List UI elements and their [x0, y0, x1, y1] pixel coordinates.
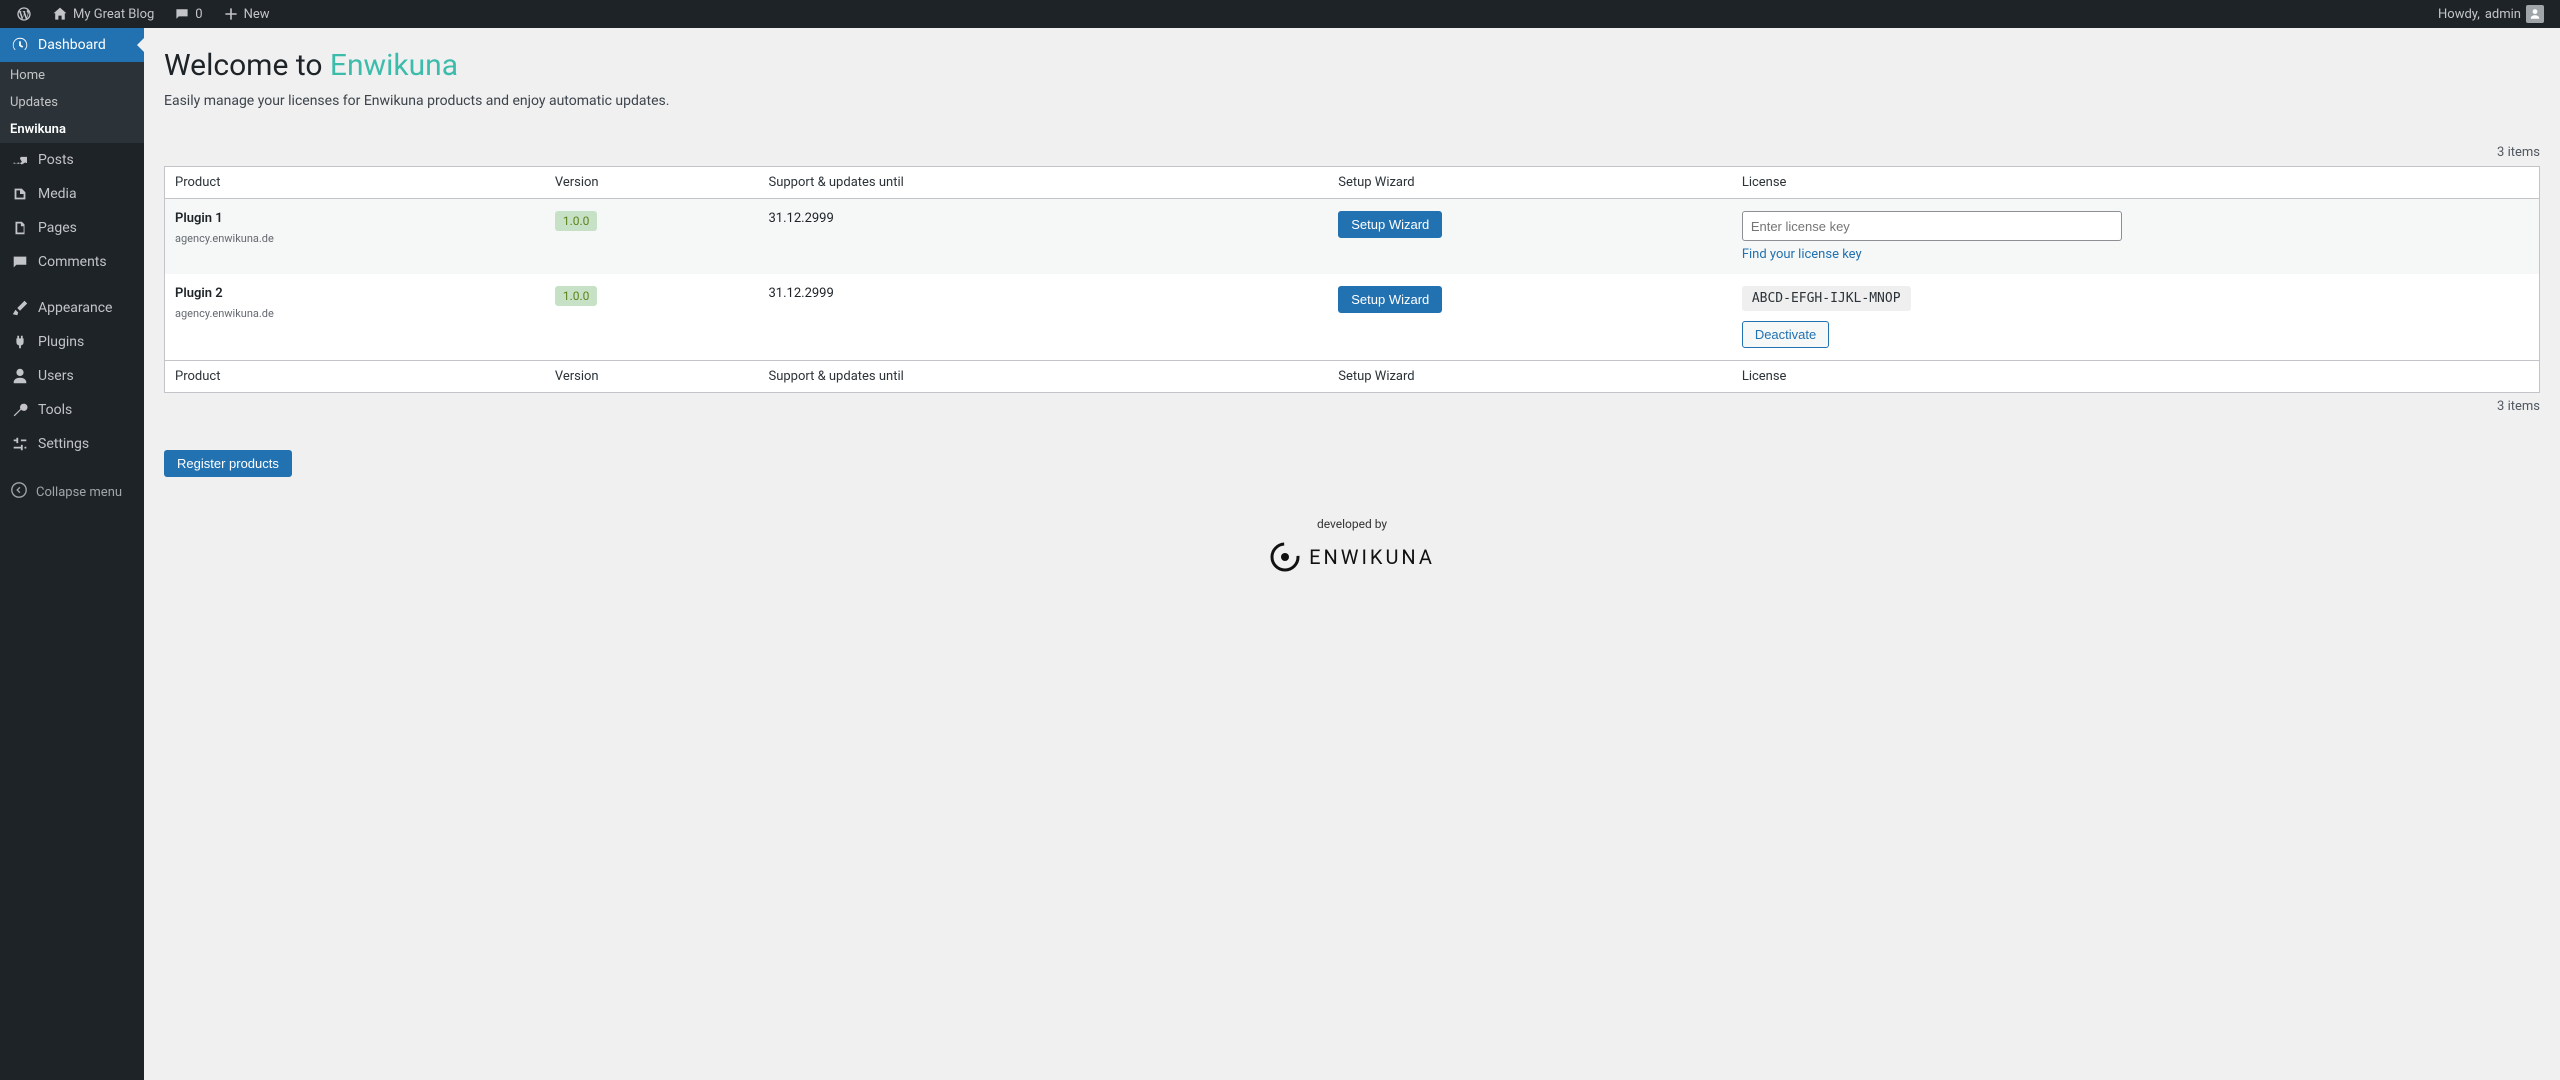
- menu-tools-label: Tools: [38, 402, 72, 418]
- title-prefix: Welcome to: [164, 48, 330, 83]
- menu-media[interactable]: Media: [0, 177, 144, 211]
- main-content: Welcome to Enwikuna Easily manage your l…: [144, 28, 2560, 1080]
- media-icon: [10, 184, 30, 204]
- home-icon: [52, 6, 68, 22]
- items-count-top: 3 items: [2497, 145, 2540, 160]
- menu-plugins-label: Plugins: [38, 334, 84, 350]
- menu-dashboard[interactable]: Dashboard: [0, 28, 144, 62]
- tf-wizard: Setup Wizard: [1328, 360, 1732, 392]
- table-row: Plugin 1 agency.enwikuna.de 1.0.0 31.12.…: [165, 199, 2539, 274]
- plug-icon: [10, 332, 30, 352]
- table-row: Plugin 2 agency.enwikuna.de 1.0.0 31.12.…: [165, 274, 2539, 360]
- wordpress-icon: [16, 6, 32, 22]
- enwikuna-logo-icon: [1269, 541, 1301, 573]
- tablenav-top: 3 items: [164, 139, 2540, 166]
- user-icon: [10, 366, 30, 386]
- dashboard-icon: [10, 35, 30, 55]
- menu-posts[interactable]: Posts: [0, 143, 144, 177]
- menu-tools[interactable]: Tools: [0, 393, 144, 427]
- menu-settings-label: Settings: [38, 436, 89, 452]
- footer-brand-text: ENWIKUNA: [1309, 545, 1435, 569]
- howdy-text: Howdy,: [2438, 7, 2480, 22]
- version-badge: 1.0.0: [555, 211, 598, 231]
- tf-product: Product: [165, 360, 545, 392]
- menu-pages-label: Pages: [38, 220, 77, 236]
- wrench-icon: [10, 400, 30, 420]
- submenu-updates[interactable]: Updates: [0, 89, 144, 116]
- setup-wizard-button[interactable]: Setup Wizard: [1338, 211, 1442, 238]
- page-title: Welcome to Enwikuna: [164, 28, 2540, 93]
- menu-comments-label: Comments: [38, 254, 107, 270]
- items-count-bottom: 3 items: [2497, 399, 2540, 414]
- licenses-table: Product Version Support & updates until …: [164, 166, 2540, 393]
- page-subtitle: Easily manage your licenses for Enwikuna…: [164, 93, 2540, 109]
- footer-logo: ENWIKUNA: [1269, 541, 1435, 573]
- new-label: New: [244, 7, 270, 22]
- page-icon: [10, 218, 30, 238]
- new-link[interactable]: New: [215, 0, 278, 28]
- collapse-icon: [10, 481, 28, 503]
- product-name: Plugin 1: [175, 211, 535, 226]
- developed-by-text: developed by: [164, 517, 2540, 531]
- brush-icon: [10, 298, 30, 318]
- license-key-input[interactable]: [1742, 211, 2122, 241]
- submenu-enwikuna[interactable]: Enwikuna: [0, 116, 144, 143]
- admin-sidebar: Dashboard Home Updates Enwikuna Posts Me…: [0, 28, 144, 1080]
- menu-posts-label: Posts: [38, 152, 74, 168]
- support-until: 31.12.2999: [768, 211, 833, 226]
- th-version: Version: [545, 167, 759, 199]
- product-domain: agency.enwikuna.de: [175, 232, 535, 245]
- license-code: ABCD-EFGH-IJKL-MNOP: [1742, 286, 1911, 311]
- th-product: Product: [165, 167, 545, 199]
- menu-appearance[interactable]: Appearance: [0, 291, 144, 325]
- find-license-link[interactable]: Find your license key: [1742, 247, 1862, 262]
- setup-wizard-button[interactable]: Setup Wizard: [1338, 286, 1442, 313]
- tf-license: License: [1732, 360, 2539, 392]
- dashboard-submenu: Home Updates Enwikuna: [0, 62, 144, 143]
- admin-bar: My Great Blog 0 New Howdy, admin: [0, 0, 2560, 28]
- menu-comments[interactable]: Comments: [0, 245, 144, 279]
- menu-appearance-label: Appearance: [38, 300, 112, 316]
- comments-link[interactable]: 0: [166, 0, 210, 28]
- tablenav-bottom: 3 items: [164, 393, 2540, 420]
- user-name: admin: [2485, 7, 2521, 22]
- menu-media-label: Media: [38, 186, 77, 202]
- avatar-icon: [2526, 5, 2544, 23]
- pin-icon: [10, 150, 30, 170]
- menu-pages[interactable]: Pages: [0, 211, 144, 245]
- menu-users-label: Users: [38, 368, 74, 384]
- submenu-home[interactable]: Home: [0, 62, 144, 89]
- plus-icon: [223, 6, 239, 22]
- comment-icon: [10, 252, 30, 272]
- product-name: Plugin 2: [175, 286, 535, 301]
- title-brand: Enwikuna: [330, 48, 458, 83]
- sliders-icon: [10, 434, 30, 454]
- deactivate-button[interactable]: Deactivate: [1742, 321, 1829, 348]
- menu-users[interactable]: Users: [0, 359, 144, 393]
- menu-plugins[interactable]: Plugins: [0, 325, 144, 359]
- comment-icon: [174, 6, 190, 22]
- comments-count: 0: [195, 7, 202, 22]
- footer: developed by ENWIKUNA: [164, 517, 2540, 576]
- th-license: License: [1732, 167, 2539, 199]
- th-wizard: Setup Wizard: [1328, 167, 1732, 199]
- collapse-menu[interactable]: Collapse menu: [0, 473, 144, 511]
- support-until: 31.12.2999: [768, 286, 833, 301]
- account-link[interactable]: Howdy, admin: [2430, 0, 2552, 28]
- product-domain: agency.enwikuna.de: [175, 307, 535, 320]
- site-name-text: My Great Blog: [73, 7, 154, 22]
- th-support: Support & updates until: [758, 167, 1328, 199]
- site-name-link[interactable]: My Great Blog: [44, 0, 162, 28]
- register-products-button[interactable]: Register products: [164, 450, 292, 477]
- menu-settings[interactable]: Settings: [0, 427, 144, 461]
- version-badge: 1.0.0: [555, 286, 598, 306]
- tf-version: Version: [545, 360, 759, 392]
- menu-dashboard-label: Dashboard: [38, 37, 106, 53]
- collapse-label: Collapse menu: [36, 485, 122, 500]
- tf-support: Support & updates until: [758, 360, 1328, 392]
- wp-logo[interactable]: [8, 0, 40, 28]
